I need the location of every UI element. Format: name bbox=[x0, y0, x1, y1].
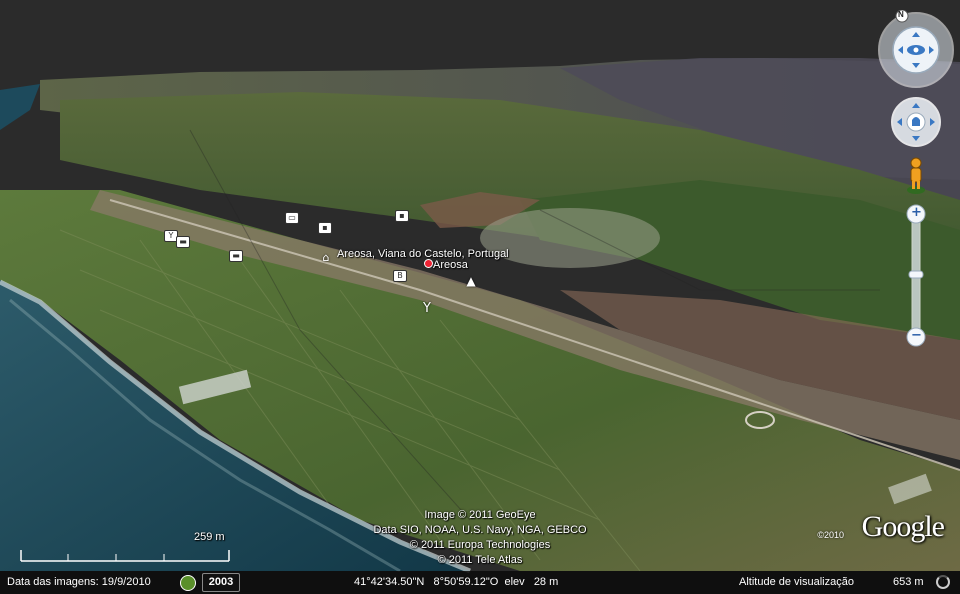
credit-line: Image © 2011 GeoEye bbox=[424, 509, 536, 521]
scale-bar bbox=[20, 550, 230, 562]
credit-line: Data SIO, NOAA, U.S. Navy, NGA, GEBCO bbox=[373, 524, 587, 536]
imagery-credits: Image © 2011 GeoEye Data SIO, NOAA, U.S.… bbox=[330, 508, 630, 568]
zoom-out-button[interactable]: − bbox=[911, 328, 922, 343]
credit-line: © 2011 Europa Technologies bbox=[409, 539, 551, 551]
historical-year-button[interactable]: 2003 bbox=[202, 573, 240, 592]
bus-station-icon[interactable]: B bbox=[393, 270, 407, 282]
street-view-pegman-icon[interactable] bbox=[905, 156, 927, 196]
compass-north-letter[interactable]: N bbox=[898, 10, 904, 19]
google-copyright: ©2010 bbox=[817, 530, 844, 540]
poi-marker-icon[interactable]: ▪ bbox=[318, 222, 332, 234]
move-joystick[interactable] bbox=[890, 96, 942, 148]
satellite-terrain[interactable] bbox=[0, 0, 960, 594]
home-icon[interactable]: ⌂ bbox=[320, 252, 332, 263]
place-label[interactable]: Areosa, Viana do Castelo, Portugal bbox=[337, 248, 509, 260]
zoom-in-button[interactable]: + bbox=[911, 205, 922, 220]
scale-label: 259 m bbox=[194, 531, 225, 543]
lodging-icon[interactable]: ▭ bbox=[285, 212, 299, 224]
eye-altitude-label: Altitude de visualização bbox=[739, 576, 854, 588]
eye-altitude-value: 653 m bbox=[893, 576, 924, 588]
look-joystick[interactable] bbox=[876, 10, 956, 90]
place-pin-icon[interactable] bbox=[424, 259, 433, 268]
place-sublabel[interactable]: Areosa bbox=[433, 259, 468, 271]
credit-line: © 2011 Tele Atlas bbox=[437, 554, 523, 566]
restaurant-fork-icon[interactable]: Y bbox=[421, 302, 433, 315]
map-viewport[interactable]: ▬ ▭ ▪ ▪ B Y ▬ Y ▲ ⌂ Areosa, Viana do Cas… bbox=[0, 0, 960, 594]
car-icon[interactable]: ▬ bbox=[176, 236, 190, 248]
coordinates-readout: 41°42'34.50"N 8°50'59.12"O elev 28 m bbox=[354, 576, 559, 588]
historical-imagery-clock-icon[interactable] bbox=[180, 575, 196, 591]
bus-stop-icon[interactable]: ▬ bbox=[229, 250, 243, 262]
google-logo: Google bbox=[861, 510, 945, 543]
photo-place-icon[interactable]: ▲ bbox=[465, 275, 477, 287]
status-bar: Data das imagens: 19/9/2010 2003 41°42'3… bbox=[0, 571, 960, 594]
streaming-progress-icon bbox=[936, 575, 950, 589]
imagery-date: Data das imagens: 19/9/2010 bbox=[7, 576, 151, 588]
poi-marker-icon[interactable]: ▪ bbox=[395, 210, 409, 222]
